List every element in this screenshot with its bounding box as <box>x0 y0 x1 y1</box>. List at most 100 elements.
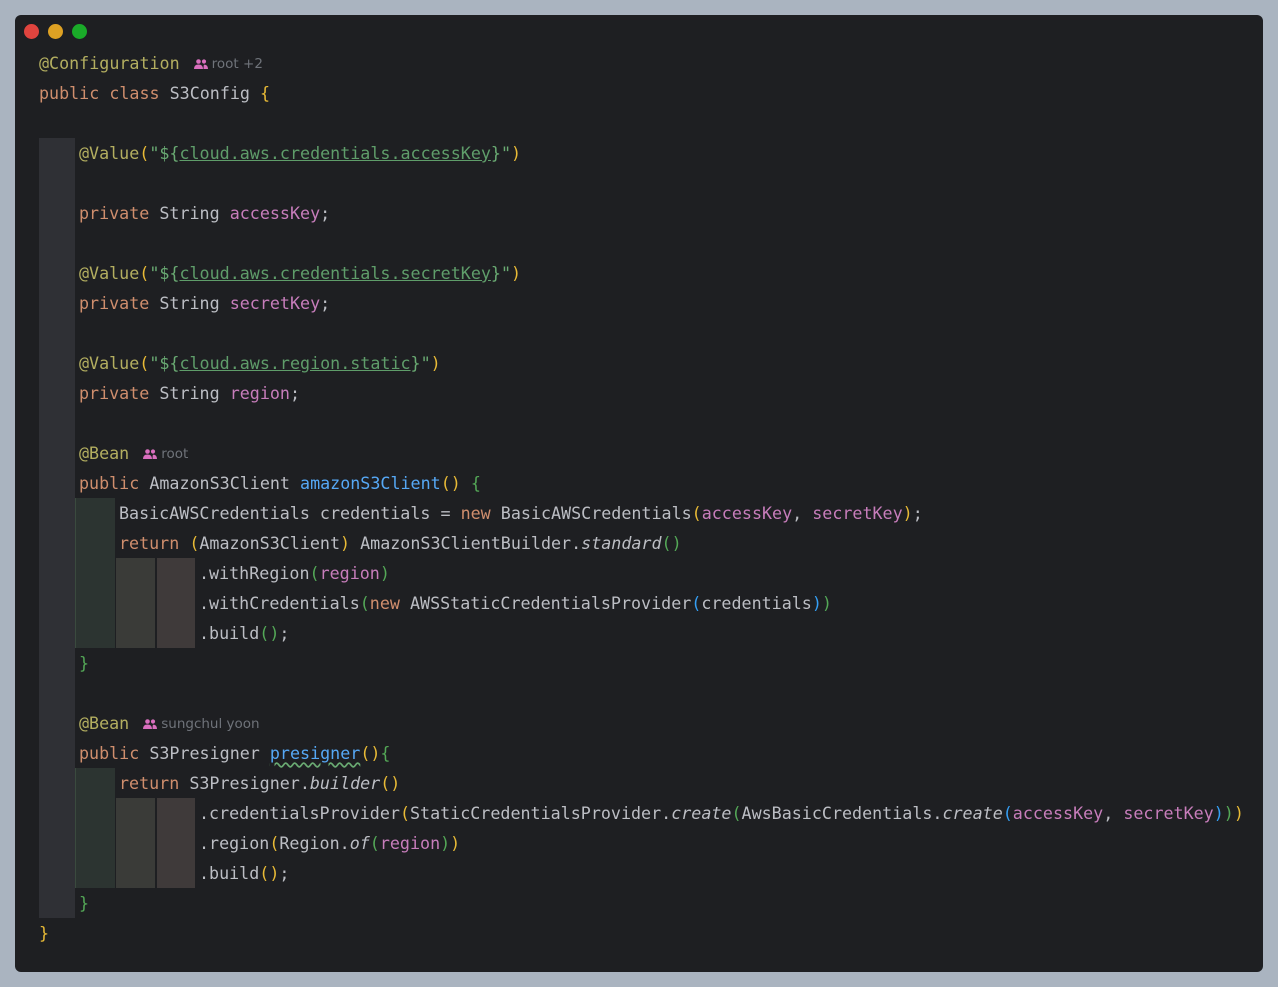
property-link[interactable]: cloud.aws.region.static <box>179 353 410 373</box>
code-line[interactable]: BasicAWSCredentials credentials = new Ba… <box>39 498 1244 528</box>
author-name: root +2 <box>211 56 263 72</box>
paren: ) <box>902 503 913 523</box>
method-name: amazonS3Client <box>300 473 441 493</box>
code-line-empty[interactable] <box>39 168 1244 198</box>
brace: } <box>39 923 50 943</box>
code-line[interactable]: @Configuration root +2 <box>39 48 1244 78</box>
people-icon <box>143 719 158 729</box>
code-line[interactable]: .build(); <box>39 618 1244 648</box>
code-line[interactable]: private String secretKey; <box>39 288 1244 318</box>
code-line[interactable]: private String accessKey; <box>39 198 1244 228</box>
maximize-window-button[interactable] <box>72 24 87 39</box>
annotation: @Value <box>79 353 140 373</box>
type: AwsBasicCredentials. <box>741 803 943 823</box>
property-link[interactable]: cloud.aws.credentials.secretKey <box>179 263 490 283</box>
code-line[interactable]: .withCredentials(new AWSStaticCredential… <box>39 588 1244 618</box>
static-method: builder <box>309 773 381 793</box>
paren: ( <box>359 593 370 613</box>
code-line[interactable]: private String region; <box>39 378 1244 408</box>
brace: { <box>260 83 271 103</box>
static-method: create <box>942 803 1003 823</box>
code-line[interactable]: .region(Region.of(region)) <box>39 828 1244 858</box>
punctuation: ; <box>289 383 301 403</box>
paren: ) <box>340 533 351 553</box>
code-line[interactable]: @Value("${cloud.aws.credentials.accessKe… <box>39 138 1244 168</box>
code-line[interactable]: @Value("${cloud.aws.credentials.secretKe… <box>39 258 1244 288</box>
paren: ( <box>399 803 410 823</box>
paren: ) <box>1233 803 1244 823</box>
code-line-empty[interactable] <box>39 228 1244 258</box>
code-line[interactable]: return (AmazonS3Client) AmazonS3ClientBu… <box>39 528 1244 558</box>
punctuation: ; <box>279 863 290 883</box>
annotation: @Bean <box>79 713 130 733</box>
class-name: S3Config <box>169 83 250 103</box>
code-line[interactable]: } <box>39 918 1244 948</box>
keyword: private <box>79 203 150 223</box>
code-editor-window: @Configuration root +2 public class S3Con… <box>15 15 1263 972</box>
author-hint[interactable]: root <box>143 446 188 462</box>
punctuation: ; <box>279 623 290 643</box>
minimize-window-button[interactable] <box>48 24 63 39</box>
code-line[interactable]: .withRegion(region) <box>39 558 1244 588</box>
paren: ( <box>731 803 742 823</box>
parens: () <box>259 863 280 883</box>
parens: () <box>360 743 381 763</box>
code-line[interactable]: } <box>39 888 1244 918</box>
author-name: sungchul yoon <box>161 716 260 732</box>
code-line-empty[interactable] <box>39 408 1244 438</box>
parens: () <box>259 623 280 643</box>
code-line[interactable]: public AmazonS3Client amazonS3Client() { <box>39 468 1244 498</box>
keyword: private <box>79 293 150 313</box>
annotation: @Value <box>79 143 140 163</box>
static-method: create <box>671 803 732 823</box>
property-link[interactable]: cloud.aws.credentials.accessKey <box>179 143 490 163</box>
close-window-button[interactable] <box>24 24 39 39</box>
keyword: new <box>460 503 491 523</box>
parens: () <box>440 473 461 493</box>
type: AmazonS3Client <box>149 473 290 493</box>
paren: ( <box>369 833 380 853</box>
code-line-empty[interactable] <box>39 108 1244 138</box>
paren: ) <box>450 833 461 853</box>
code-line[interactable]: .build(); <box>39 858 1244 888</box>
people-icon <box>143 449 158 459</box>
brace: } <box>79 893 90 913</box>
keyword: class <box>109 83 160 103</box>
paren: ( <box>309 563 320 583</box>
static-method: standard <box>581 533 662 553</box>
code-line[interactable]: public class S3Config { <box>39 78 1244 108</box>
keyword: public <box>79 743 140 763</box>
code-area[interactable]: @Configuration root +2 public class S3Con… <box>39 48 1244 948</box>
method-call: .credentialsProvider <box>199 803 400 823</box>
code-line-empty[interactable] <box>39 678 1244 708</box>
paren: ) <box>1223 803 1234 823</box>
method-call: .build <box>199 623 260 643</box>
type: String <box>159 293 220 313</box>
annotation: @Configuration <box>39 53 180 73</box>
type: AmazonS3Client <box>199 533 341 553</box>
method-call: .withRegion <box>199 563 310 583</box>
brace: } <box>79 653 90 673</box>
author-hint[interactable]: sungchul yoon <box>143 716 260 732</box>
code-line[interactable]: @Bean sungchul yoon <box>39 708 1244 738</box>
people-icon <box>193 59 208 69</box>
annotation: @Bean <box>79 443 130 463</box>
code-line[interactable]: @Value("${cloud.aws.region.static}") <box>39 348 1244 378</box>
code-line[interactable]: } <box>39 648 1244 678</box>
field: region <box>229 383 290 403</box>
punctuation: ; <box>320 203 331 223</box>
method-call: .build <box>199 863 260 883</box>
paren: ) <box>811 593 822 613</box>
code-line[interactable]: public S3Presigner presigner(){ <box>39 738 1244 768</box>
paren: ( <box>691 593 702 613</box>
code-line[interactable]: @Bean root <box>39 438 1244 468</box>
type: S3Presigner. <box>189 773 310 793</box>
author-hint[interactable]: root +2 <box>193 56 263 72</box>
code-line[interactable]: return S3Presigner.builder() <box>39 768 1244 798</box>
paren: ) <box>379 563 390 583</box>
code-line-empty[interactable] <box>39 318 1244 348</box>
field: secretKey <box>229 293 321 313</box>
method-call: .withCredentials <box>199 593 360 613</box>
code-line[interactable]: .credentialsProvider(StaticCredentialsPr… <box>39 798 1244 828</box>
method-name: presigner <box>269 743 361 763</box>
